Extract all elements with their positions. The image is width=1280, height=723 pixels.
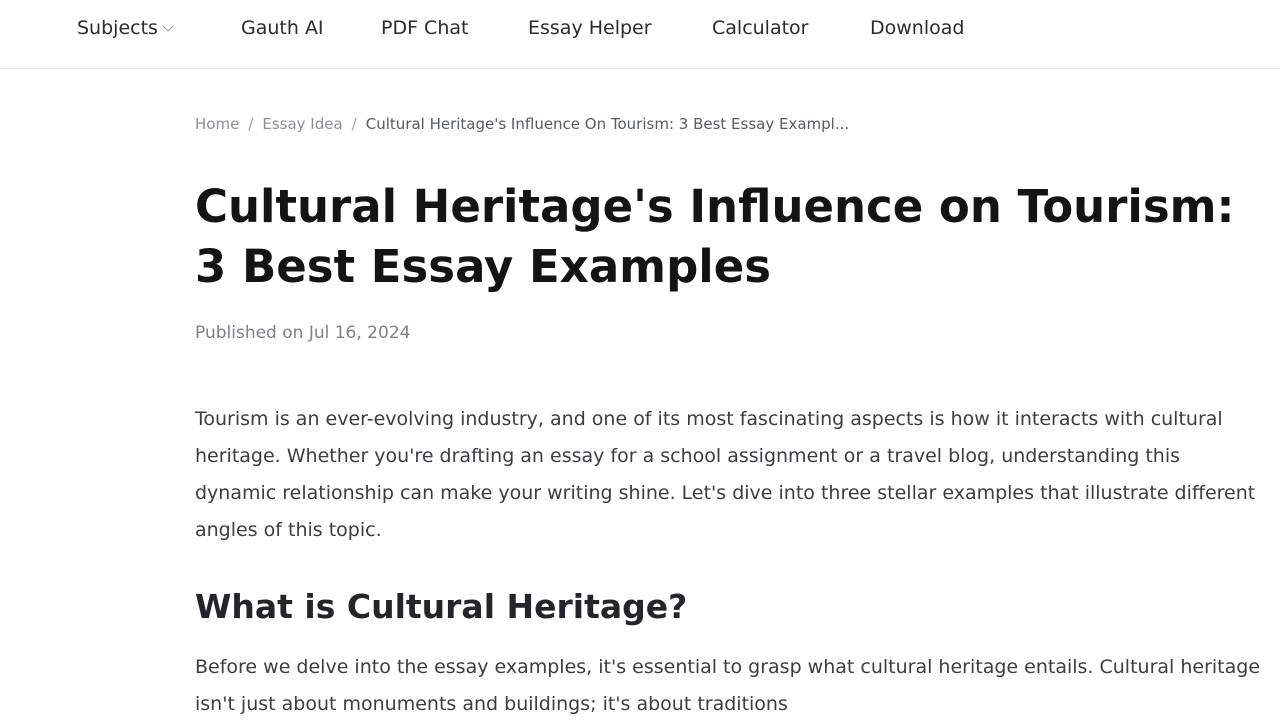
nav-item-essay-helper[interactable]: Essay Helper (528, 16, 652, 40)
nav-item-calculator[interactable]: Calculator (712, 16, 808, 40)
nav-item-subjects[interactable]: Subjects (77, 16, 174, 40)
intro-paragraph: Tourism is an ever-evolving industry, an… (195, 408, 1256, 541)
breadcrumb-separator: / (248, 115, 254, 133)
page-title: Cultural Heritage's Influence on Tourism… (195, 177, 1280, 297)
published-date: Published on Jul 16, 2024 (195, 323, 411, 343)
chevron-down-icon (162, 20, 174, 32)
breadcrumb: Home / Essay Idea / Cultural Heritage's Infl… (195, 114, 849, 134)
page-title-line-2: 3 Best Essay Examples (195, 240, 772, 293)
breadcrumb-separator: / (351, 115, 357, 133)
nav-item-download[interactable]: Download (870, 16, 964, 40)
top-navigation-bar: Subjects Gauth AI PDF Chat Essay Helper … (0, 0, 1280, 69)
section-paragraph: Before we delve into the essay examples,… (195, 656, 1261, 715)
section-heading: What is Cultural Heritage? (195, 587, 688, 626)
nav-item-pdf-chat[interactable]: PDF Chat (381, 16, 468, 40)
breadcrumb-home-link[interactable]: Home (195, 115, 239, 133)
nav-item-gauth-ai[interactable]: Gauth AI (241, 16, 324, 40)
breadcrumb-category-link[interactable]: Essay Idea (262, 115, 342, 133)
breadcrumb-current-page: Cultural Heritage's Influence On Tourism… (365, 115, 850, 133)
page-title-line-1: Cultural Heritage's Influence on Tourism… (195, 180, 1235, 233)
nav-item-subjects-label: Subjects (77, 17, 158, 39)
